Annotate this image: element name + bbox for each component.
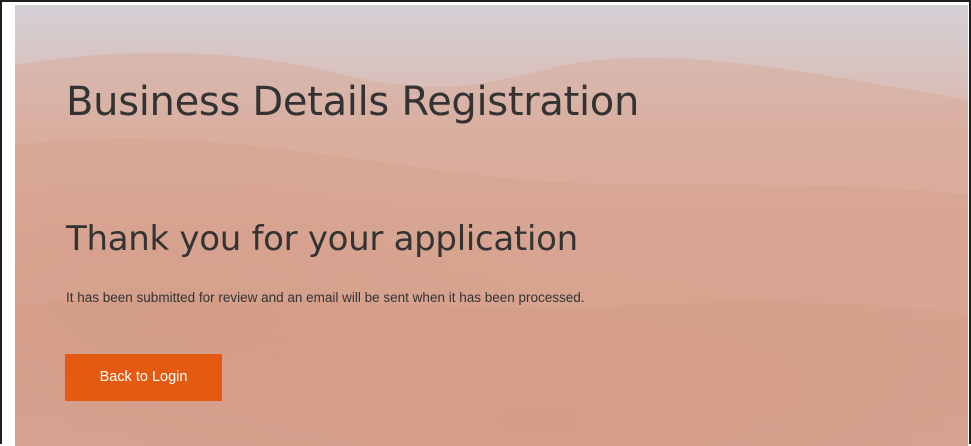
registration-panel: Business Details Registration Thank you … (15, 5, 968, 446)
confirmation-message: It has been submitted for review and an … (66, 290, 585, 305)
window-frame: Business Details Registration Thank you … (0, 0, 971, 446)
confirmation-content: Business Details Registration Thank you … (15, 5, 968, 446)
page-title: Business Details Registration (66, 79, 639, 125)
back-to-login-button[interactable]: Back to Login (65, 354, 222, 401)
confirmation-heading: Thank you for your application (66, 219, 578, 259)
